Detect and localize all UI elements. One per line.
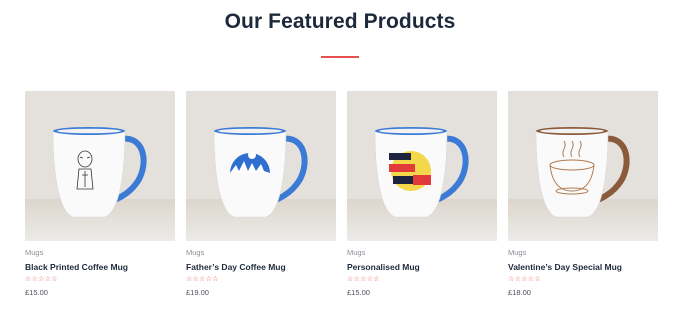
product-grid: Mugs Black Printed Coffee Mug ☆☆☆☆☆ £15.… xyxy=(25,91,659,311)
star-rating: ☆☆☆☆☆ xyxy=(508,276,541,283)
mug-image xyxy=(535,127,630,218)
star-rating: ☆☆☆☆☆ xyxy=(347,276,380,283)
product-name[interactable]: Personalised Mug xyxy=(347,262,420,272)
section-title: Our Featured Products xyxy=(224,10,456,33)
star-rating: ☆☆☆☆☆ xyxy=(25,276,58,283)
product-card: Mugs Personalised Mug ☆☆☆☆☆ £15.00 xyxy=(347,91,497,297)
product-category: Mugs xyxy=(25,248,44,257)
product-card: Mugs Valentine’s Day Special Mug ☆☆☆☆☆ £… xyxy=(508,91,658,297)
product-name[interactable]: Black Printed Coffee Mug xyxy=(25,262,128,272)
product-price: £19.00 xyxy=(186,288,209,297)
product-category: Mugs xyxy=(186,248,205,257)
product-price: £15.00 xyxy=(25,288,48,297)
product-image[interactable] xyxy=(508,91,658,241)
mug-image xyxy=(213,127,308,218)
product-price: £18.00 xyxy=(508,288,531,297)
star-rating: ☆☆☆☆☆ xyxy=(186,276,219,283)
product-name[interactable]: Father’s Day Coffee Mug xyxy=(186,262,286,272)
product-image[interactable] xyxy=(347,91,497,241)
product-category: Mugs xyxy=(508,248,527,257)
product-card: Mugs Father’s Day Coffee Mug ☆☆☆☆☆ £19.0… xyxy=(186,91,336,297)
product-image[interactable] xyxy=(186,91,336,241)
product-price: £15.00 xyxy=(347,288,370,297)
product-image[interactable] xyxy=(25,91,175,241)
product-category: Mugs xyxy=(347,248,366,257)
product-card: Mugs Black Printed Coffee Mug ☆☆☆☆☆ £15.… xyxy=(25,91,175,297)
product-name[interactable]: Valentine’s Day Special Mug xyxy=(508,262,622,272)
title-underline xyxy=(321,56,359,58)
mug-image xyxy=(374,127,469,218)
mug-image xyxy=(52,127,147,218)
